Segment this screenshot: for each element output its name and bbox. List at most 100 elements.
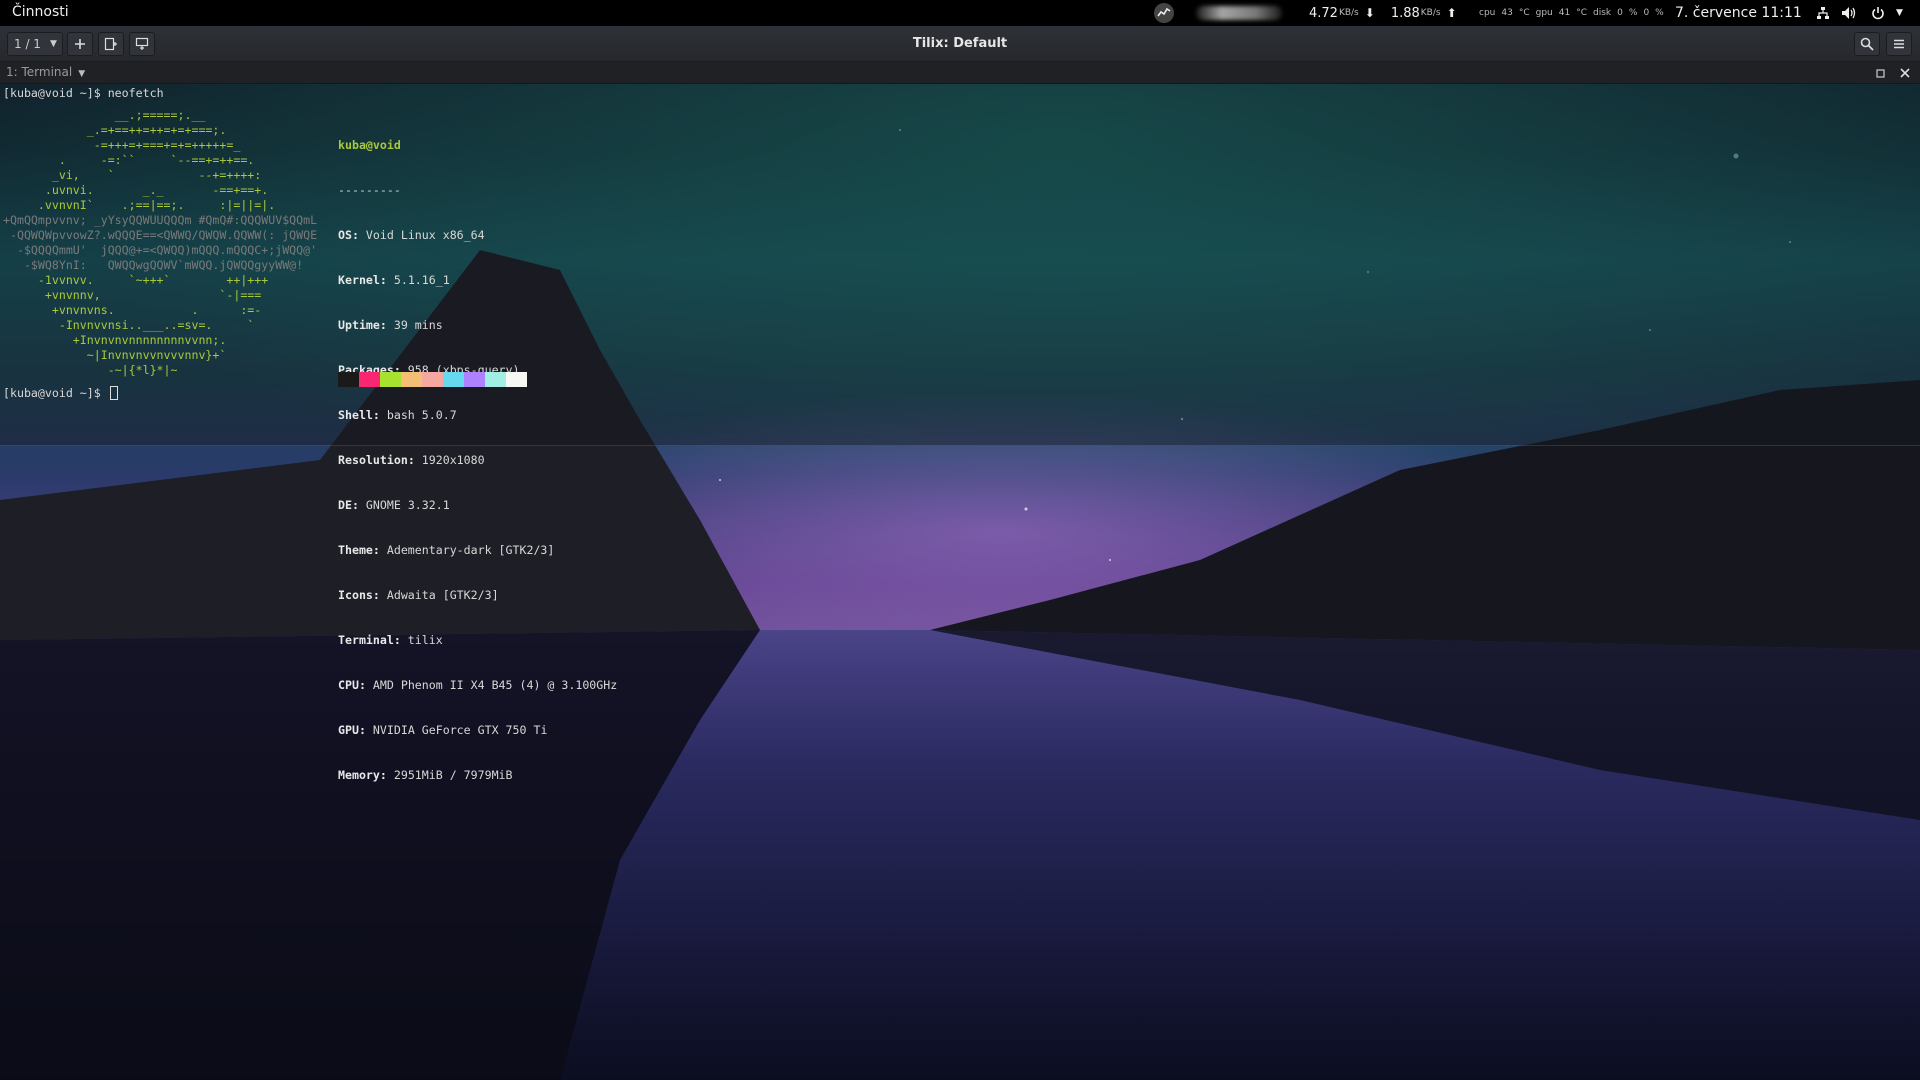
palette-swatch xyxy=(338,372,359,387)
ascii-logo-line: -~|{*l}*|~ xyxy=(3,363,178,377)
info-row: Uptime: 39 mins xyxy=(338,318,443,332)
find-button[interactable] xyxy=(1854,32,1880,56)
ascii-logo-line: __.;=====;.__ xyxy=(3,108,206,122)
system-menu-chevron-down-icon[interactable]: ▼ xyxy=(1896,0,1903,26)
palette-swatch xyxy=(401,372,422,387)
terminal-view[interactable]: [kuba@void ~]$ neofetch __.;=====;.__ _.… xyxy=(0,84,1920,782)
sensor-label: cpu xyxy=(1479,8,1496,18)
volume-icon[interactable] xyxy=(1841,0,1857,26)
info-separator: --------- xyxy=(338,183,401,197)
text-cursor xyxy=(109,386,118,400)
ascii-logo-line: +vnvnvns. . :=- xyxy=(3,303,262,317)
info-row: CPU: AMD Phenom II X4 B45 (4) @ 3.100GHz xyxy=(338,678,618,692)
sensor-label: disk xyxy=(1593,8,1612,18)
void-ascii-logo: __.;=====;.__ _.=+==++=++=+=+===;. -=+++… xyxy=(3,108,317,378)
power-icon[interactable] xyxy=(1871,0,1885,26)
info-row: Shell: bash 5.0.7 xyxy=(338,408,457,422)
chart-app-glyph xyxy=(1157,7,1171,17)
ascii-logo-line: .vvnvnI` .;==|==;. :|=||=|. xyxy=(3,198,276,212)
palette-swatch xyxy=(443,372,464,387)
ascii-logo-line: -$QQQQmmU' jQQQ@+=<QWQQ)mQQQ.mQQQC+;jWQQ… xyxy=(3,243,318,257)
session-switcher-button[interactable]: 1 / 1 ▼ xyxy=(7,32,63,56)
split-right-icon xyxy=(104,37,117,51)
sensor-value: 43 xyxy=(1501,8,1513,18)
ascii-logo-line: -Invnvvnsi..___..=sv=. ` xyxy=(3,318,255,332)
split-down-icon xyxy=(135,37,149,50)
info-row: Kernel: 5.1.16_1 xyxy=(338,273,450,287)
ascii-logo-line: _vi, ` --+=++++: xyxy=(3,168,262,182)
add-terminal-button[interactable] xyxy=(67,32,93,56)
hamburger-menu-icon xyxy=(1894,39,1904,49)
chart-app-icon[interactable] xyxy=(1154,3,1174,23)
palette-swatch xyxy=(380,372,401,387)
ascii-logo-line: -=+++=+===+=+=+++++=_ xyxy=(3,138,241,152)
headerbar: 1 / 1 ▼ Tilix: Default xyxy=(0,26,1920,62)
sensor-unit: % xyxy=(1655,8,1664,18)
main-menu-button[interactable] xyxy=(1886,32,1912,56)
sensor-unit: % xyxy=(1628,8,1638,18)
maximize-icon xyxy=(1875,68,1885,78)
info-row: Resolution: 1920x1080 xyxy=(338,453,485,467)
maximize-terminal-button[interactable] xyxy=(1871,64,1889,82)
power-glyph xyxy=(1872,7,1884,20)
session-label: 1 / 1 xyxy=(14,37,41,51)
ascii-logo-line: -1vvnvv. `~+++` ++|+++ xyxy=(3,273,269,287)
ascii-logo-line: +vnvnnv, `-|=== xyxy=(3,288,262,302)
shell-prompt: [kuba@void ~]$ xyxy=(3,386,108,400)
split-down-button[interactable] xyxy=(129,32,155,56)
arrow-down-icon: ⬇ xyxy=(1364,6,1375,20)
activities-button[interactable]: Činnosti xyxy=(12,4,69,20)
info-row: GPU: NVIDIA GeForce GTX 750 Ti xyxy=(338,723,548,737)
ascii-logo-line: _.=+==++=++=+=+===;. xyxy=(3,123,227,137)
volume-glyph xyxy=(1842,7,1856,19)
ascii-logo-line: ~|Invnvnvvnvvvnnv}+` xyxy=(3,348,227,362)
info-row: DE: GNOME 3.32.1 xyxy=(338,498,450,512)
sensor-label: gpu xyxy=(1535,8,1553,18)
chevron-down-icon: ▼ xyxy=(49,39,57,49)
shell-prompt: [kuba@void ~]$ xyxy=(3,86,108,100)
sensor-value: 0 xyxy=(1643,8,1650,18)
ascii-logo-line: -QQWQWpvvowZ?.wQQQE==<QWWQ/QWQW.QQWW(: j… xyxy=(3,228,318,242)
window-title: Tilix: Default xyxy=(912,36,1008,51)
ascii-logo-line: .uvnvi. _._ -==+==+. xyxy=(3,183,269,197)
ascii-logo-line: -$WQ8YnI: QWQQwgQQWV`mWQQ.jQWQQgyyWW@! xyxy=(3,258,304,272)
system-info: kuba@void --------- OS: Void Linux x86_6… xyxy=(338,108,617,813)
close-terminal-button[interactable] xyxy=(1896,64,1914,82)
terminal-title: 1: Terminal xyxy=(6,65,73,79)
sensor-value: 0 xyxy=(1617,8,1623,18)
palette-swatch xyxy=(464,372,485,387)
sensor-indicator[interactable]: cpu 43 °C gpu 41 °C disk 0 % 0 % xyxy=(1479,0,1664,26)
info-row: Theme: Adementary-dark [GTK2/3] xyxy=(338,543,555,557)
network-glyph xyxy=(1817,7,1829,19)
search-icon xyxy=(1860,37,1874,51)
tilix-window: 1 / 1 ▼ Tilix: Default 1: Terminal ▼ [ku… xyxy=(0,26,1920,782)
net-down-value: 4.72 xyxy=(1309,5,1338,21)
chevron-down-icon: ▼ xyxy=(78,69,86,79)
palette-swatch xyxy=(422,372,443,387)
network-icon[interactable] xyxy=(1816,0,1830,26)
sensor-unit: °C xyxy=(1518,8,1530,18)
blurred-username xyxy=(1196,6,1282,20)
close-icon xyxy=(1900,68,1910,78)
ascii-logo-line: +Invnvnvnnnnnnnnvvnn;. xyxy=(3,333,227,347)
command-text: neofetch xyxy=(107,86,164,100)
clock[interactable]: 7. července 11:11 xyxy=(1675,0,1802,26)
sensor-unit: °C xyxy=(1576,8,1588,18)
net-down-unit: KB/s xyxy=(1338,8,1359,18)
ascii-logo-line: +QmQQmpvvnv; _yYsyQQWUUQQQm #QmQ#:QQQWUV… xyxy=(3,213,318,227)
net-speed-indicator[interactable]: 4.72 KB/s ⬇ 1.88 KB/s ⬆ xyxy=(1309,0,1457,26)
ascii-logo-line: . -=:`` `--==+=++==. xyxy=(3,153,255,167)
info-row: Icons: Adwaita [GTK2/3] xyxy=(338,588,499,602)
info-row: Memory: 2951MiB / 7979MiB xyxy=(338,768,513,782)
gnome-top-bar: Činnosti 4.72 KB/s ⬇ 1.88 KB/s ⬆ cpu 43 … xyxy=(0,0,1920,26)
sensor-value: 41 xyxy=(1558,8,1571,18)
terminal-title-menu[interactable]: 1: Terminal ▼ xyxy=(6,65,85,79)
info-row: OS: Void Linux x86_64 xyxy=(338,228,485,242)
split-right-button[interactable] xyxy=(98,32,124,56)
color-palette xyxy=(338,372,527,387)
palette-swatch xyxy=(485,372,506,387)
net-up-value: 1.88 xyxy=(1390,5,1420,21)
arrow-up-icon: ⬆ xyxy=(1446,6,1457,20)
info-header: kuba@void xyxy=(338,138,401,152)
info-row: Terminal: tilix xyxy=(338,633,443,647)
